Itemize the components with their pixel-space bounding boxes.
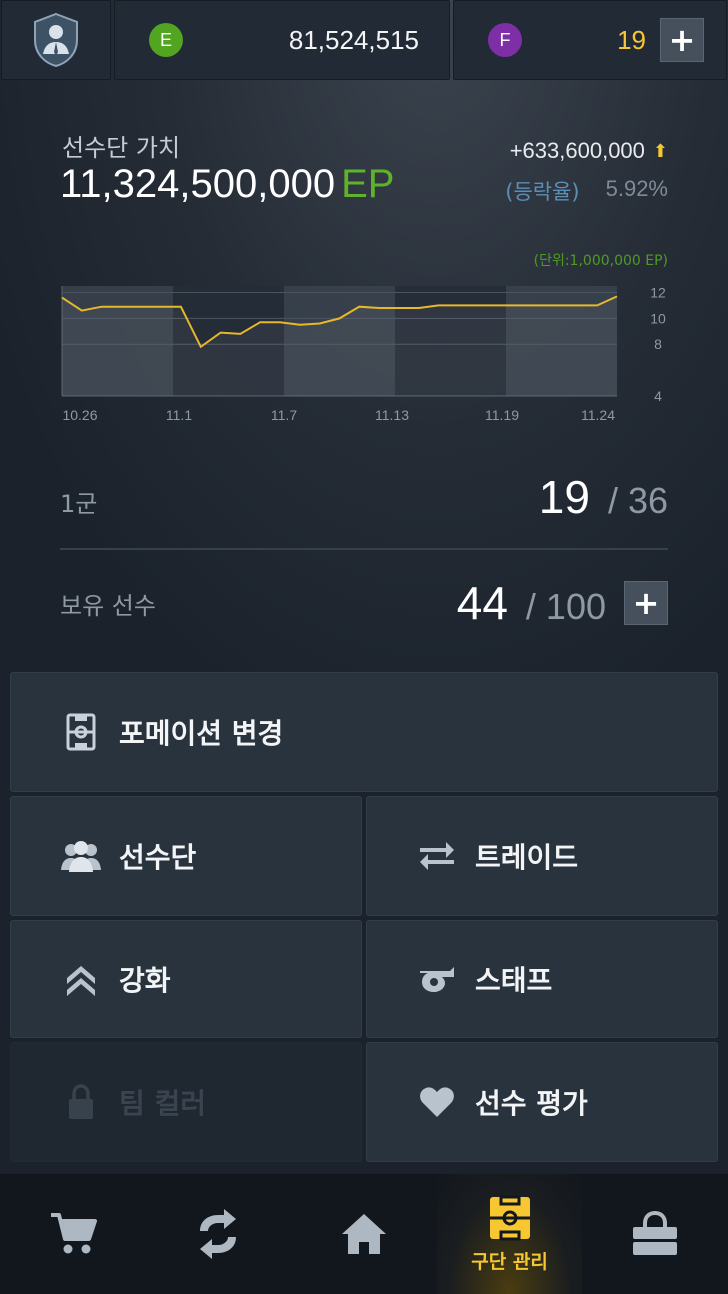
rate-value: 5.92% bbox=[605, 176, 668, 201]
chart-y-tick-label: 4 bbox=[654, 388, 662, 404]
divider bbox=[60, 548, 668, 550]
f-coin-value: 19 bbox=[617, 24, 646, 55]
e-coin-balance: E 81,524,515 bbox=[114, 0, 450, 80]
nav-shop[interactable] bbox=[0, 1174, 146, 1294]
chart-y-tick-label: 8 bbox=[654, 336, 662, 352]
e-coin-icon: E bbox=[149, 23, 183, 57]
owned-players-label: 보유 선수 bbox=[60, 592, 156, 620]
squad-value-label: 선수단 가치 bbox=[62, 134, 181, 162]
team-color-button: 팀 컬러 bbox=[10, 1042, 362, 1162]
profile-button[interactable] bbox=[1, 0, 111, 80]
formation-icon bbox=[61, 712, 101, 752]
chart-x-tick-label: 11.7 bbox=[271, 407, 297, 423]
chart-unit-note: (단위:1,000,000 EP) bbox=[533, 253, 668, 269]
player-review-label: 선수 평가 bbox=[475, 1087, 588, 1120]
squad-value-rate: (등락율) 5.92% bbox=[505, 176, 668, 206]
nav-club-management[interactable]: 구단 관리 bbox=[436, 1174, 583, 1294]
nav-inventory[interactable] bbox=[582, 1174, 728, 1294]
squad-value-chart: 12 10 8 4 10.26 11.1 11.7 11.13 11.19 11.24 bbox=[0, 270, 728, 430]
heart-icon bbox=[417, 1082, 457, 1122]
whistle-icon bbox=[417, 959, 457, 999]
team-color-label: 팀 컬러 bbox=[119, 1087, 207, 1120]
nav-home[interactable] bbox=[291, 1174, 437, 1294]
manager-avatar-icon bbox=[34, 12, 78, 68]
owned-players-max: / 100 bbox=[525, 586, 606, 627]
trade-label: 트레이드 bbox=[475, 841, 579, 874]
upgrade-label: 강화 bbox=[119, 964, 171, 997]
trade-button[interactable]: 트레이드 bbox=[366, 796, 718, 916]
squad-value-change-amount: +633,600,000 bbox=[509, 138, 645, 163]
cart-icon bbox=[50, 1213, 97, 1254]
owned-players-count: 44 / 100 + bbox=[457, 576, 668, 630]
first-team-current: 19 bbox=[538, 471, 590, 523]
squad-value-change: +633,600,000 ⬆ bbox=[510, 138, 668, 164]
upgrade-chevron-icon bbox=[61, 959, 101, 999]
formation-change-button[interactable]: 포메이션 변경 bbox=[10, 672, 718, 792]
f-coin-icon: F bbox=[488, 23, 522, 57]
chart-x-tick-label: 11.1 bbox=[166, 407, 192, 423]
f-coin-balance: F 19 + bbox=[453, 0, 727, 80]
lock-icon bbox=[61, 1082, 101, 1122]
player-review-button[interactable]: 선수 평가 bbox=[366, 1042, 718, 1162]
nav-transfer[interactable] bbox=[146, 1174, 292, 1294]
squad-value: 11,324,500,000 EP bbox=[60, 162, 394, 207]
arrow-up-icon: ⬆ bbox=[652, 140, 668, 161]
pitch-icon bbox=[489, 1195, 530, 1240]
first-team-max: / 36 bbox=[607, 480, 668, 521]
refresh-arrows-icon bbox=[200, 1209, 237, 1259]
first-team-label: 1군 bbox=[60, 490, 98, 518]
top-bar: E 81,524,515 F 19 + bbox=[0, 0, 728, 80]
chart-x-tick-label: 11.24 bbox=[581, 407, 615, 423]
upgrade-button[interactable]: 강화 bbox=[10, 920, 362, 1038]
trade-arrows-icon bbox=[417, 836, 457, 876]
chart-x-tick-label: 11.13 bbox=[375, 407, 409, 423]
chart-x-tick-label: 11.19 bbox=[485, 407, 519, 423]
add-f-coin-button[interactable]: + bbox=[660, 18, 704, 62]
chart-y-tick-label: 10 bbox=[650, 310, 666, 326]
formation-change-label: 포메이션 변경 bbox=[119, 717, 284, 750]
squad-value-amount: 11,324,500,000 bbox=[60, 162, 336, 206]
home-icon bbox=[341, 1214, 386, 1254]
owned-players-current: 44 bbox=[456, 577, 508, 629]
chart-svg: 12 10 8 4 10.26 11.1 11.7 11.13 11.19 11.24 bbox=[61, 284, 666, 423]
nav-club-management-label: 구단 관리 bbox=[471, 1250, 548, 1273]
chart-y-tick-label: 12 bbox=[650, 284, 666, 300]
expand-roster-button[interactable]: + bbox=[624, 581, 668, 625]
squad-button[interactable]: 선수단 bbox=[10, 796, 362, 916]
squad-value-unit: EP bbox=[341, 162, 395, 206]
staff-label: 스태프 bbox=[475, 964, 553, 997]
staff-button[interactable]: 스태프 bbox=[366, 920, 718, 1038]
bag-icon bbox=[633, 1211, 678, 1255]
chart-x-tick-label: 10.26 bbox=[62, 407, 97, 423]
players-icon bbox=[61, 836, 101, 876]
e-coin-value: 81,524,515 bbox=[288, 24, 419, 55]
rate-label: (등락율) bbox=[505, 180, 580, 204]
first-team-count: 19 / 36 bbox=[539, 470, 668, 524]
bottom-navigation: 구단 관리 bbox=[0, 1174, 728, 1294]
squad-label: 선수단 bbox=[119, 841, 197, 874]
